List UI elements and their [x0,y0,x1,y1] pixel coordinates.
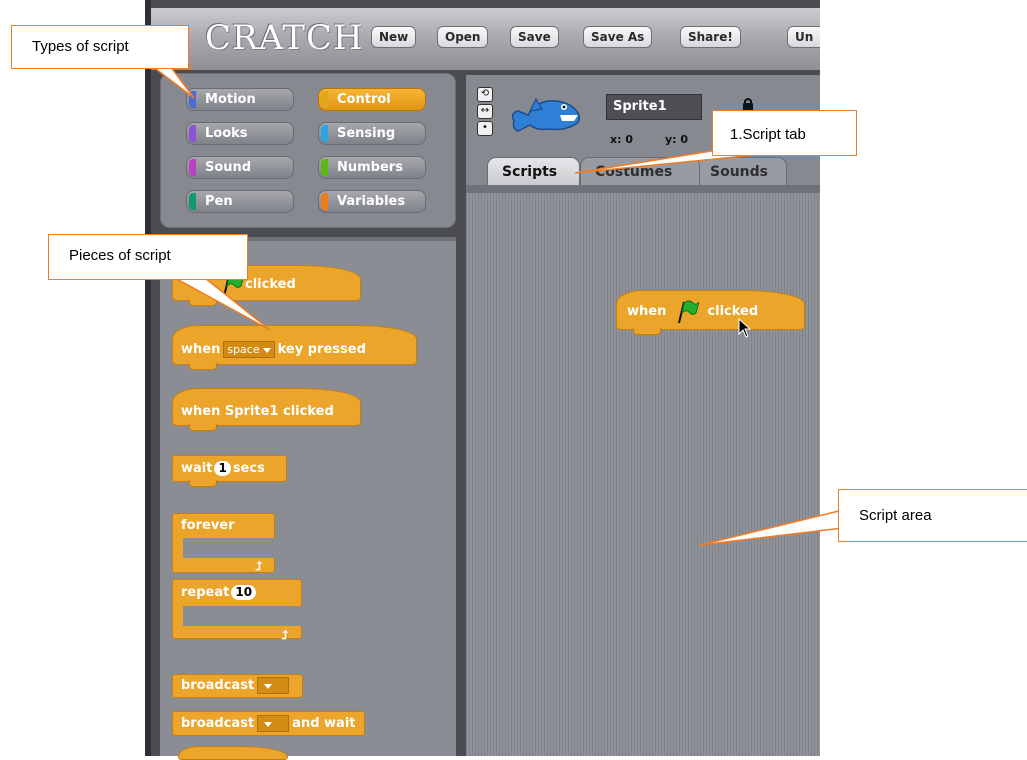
callout-script-area: Script area [838,489,1027,542]
callout-script-tab: 1.Script tab [712,110,857,156]
callout-pieces-of-script: Pieces of script [48,234,248,280]
pieces-pointer [174,277,271,331]
types-pointer [149,65,195,99]
callout-types-of-script: Types of script [11,25,189,69]
scratch-screenshot: CRATCH New Open Save Save As Share! Un M… [0,0,1027,760]
script-area-pointer [699,509,844,546]
callout-pointers [149,65,844,546]
